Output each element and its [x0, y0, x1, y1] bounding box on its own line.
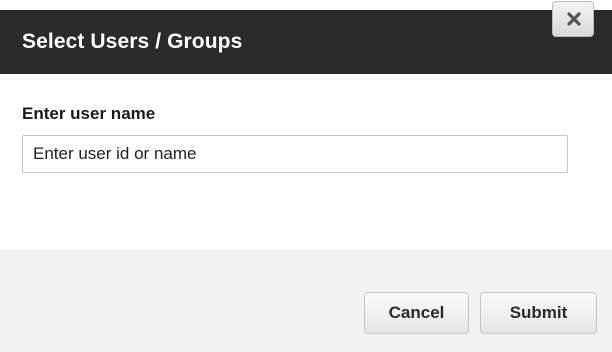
user-name-label: Enter user name	[22, 104, 156, 123]
cancel-button[interactable]: Cancel	[364, 292, 469, 334]
dialog-title: Select Users / Groups	[22, 30, 243, 53]
select-users-dialog: Select Users / Groups Enter user name Ca…	[0, 0, 612, 352]
close-icon	[567, 12, 581, 26]
user-name-input[interactable]	[22, 135, 568, 173]
submit-button[interactable]: Submit	[480, 292, 597, 334]
dialog-footer: Cancel Submit	[0, 250, 612, 352]
dialog-header: Select Users / Groups	[0, 10, 612, 74]
close-button[interactable]	[552, 1, 594, 37]
dialog-body: Enter user name	[0, 74, 612, 250]
